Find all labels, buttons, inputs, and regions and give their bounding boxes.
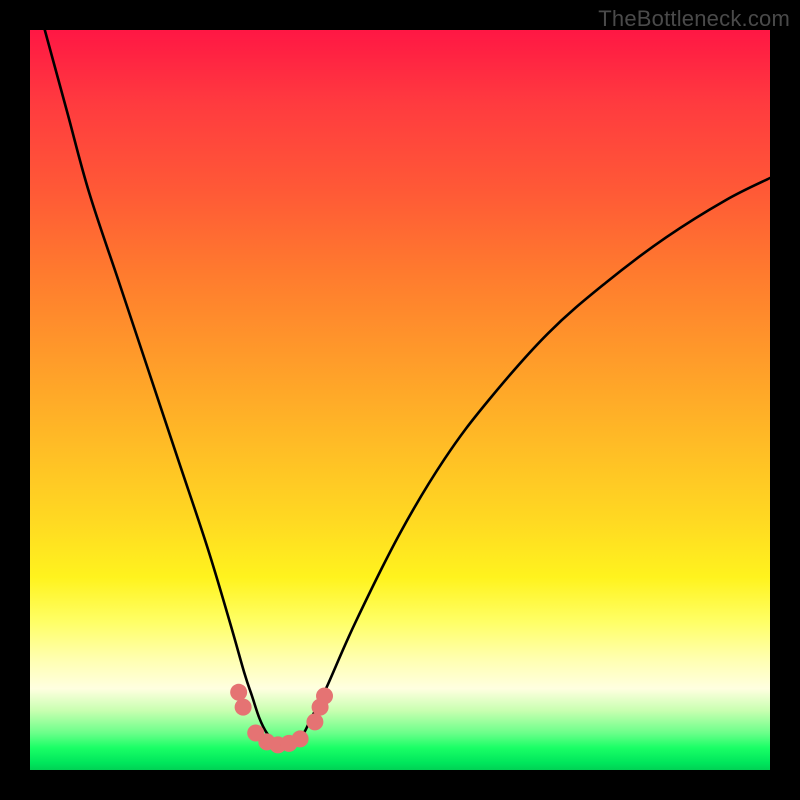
highlight-dot bbox=[306, 713, 323, 730]
chart-frame: TheBottleneck.com bbox=[0, 0, 800, 800]
curve-svg bbox=[30, 30, 770, 770]
highlight-dot bbox=[235, 699, 252, 716]
highlight-dot bbox=[230, 684, 247, 701]
highlight-dot bbox=[292, 730, 309, 747]
highlight-dot bbox=[316, 688, 333, 705]
bottleneck-curve bbox=[45, 30, 770, 745]
plot-area bbox=[30, 30, 770, 770]
highlight-dots bbox=[230, 684, 333, 754]
watermark-text: TheBottleneck.com bbox=[598, 6, 790, 32]
